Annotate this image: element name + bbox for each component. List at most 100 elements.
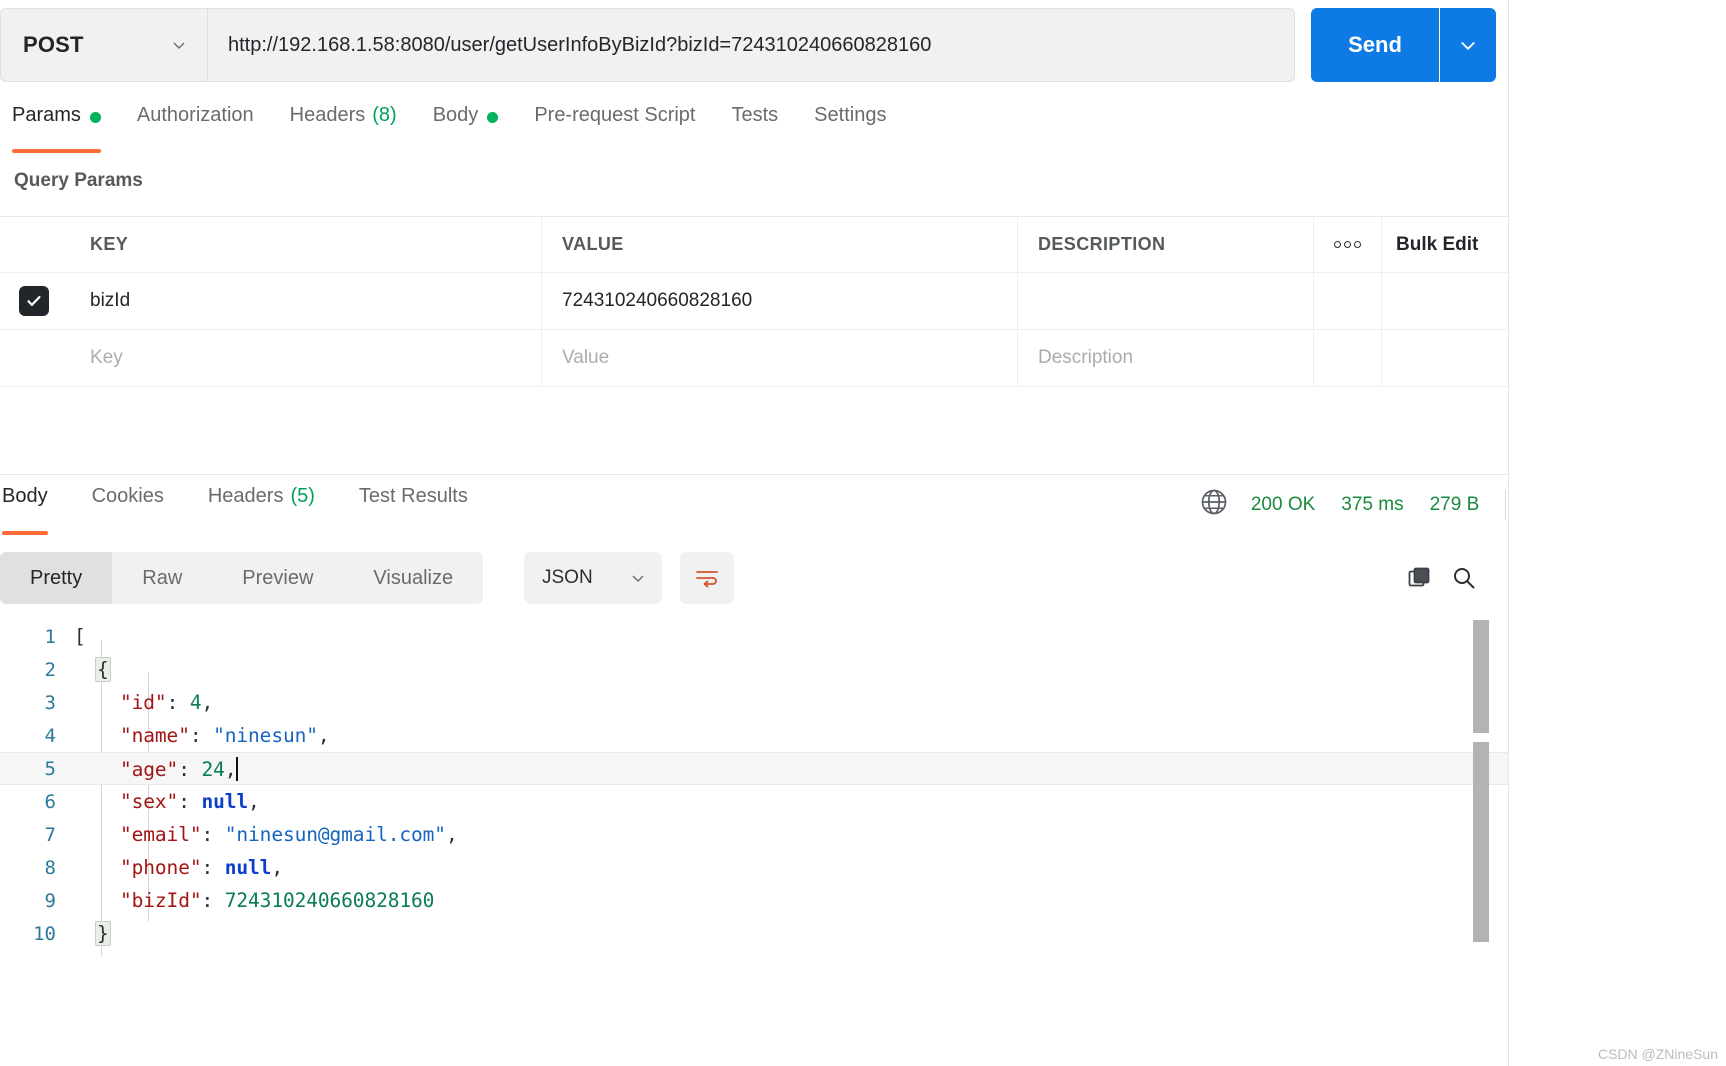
token-key: "sex": [120, 790, 179, 813]
code-text: "age": 24,: [74, 756, 239, 781]
token-punc: ,: [224, 757, 237, 781]
code-line[interactable]: 1[: [0, 620, 1508, 653]
wrap-text-icon: [696, 571, 718, 588]
line-number: 9: [44, 889, 56, 912]
column-header-value: VALUE: [562, 234, 624, 254]
token-punc: :: [189, 724, 214, 747]
response-tab-cookies[interactable]: Cookies: [92, 483, 164, 535]
query-params-table: KEY VALUE DESCRIPTION Bulk Edit bizId 72…: [0, 216, 1508, 387]
code-line[interactable]: 6 "sex": null,: [0, 785, 1508, 818]
line-number: 10: [33, 922, 56, 945]
token-num: 24: [201, 757, 225, 781]
modified-dot-icon: [487, 112, 499, 123]
response-body-editor[interactable]: 1[2{3 "id": 4, 4 "name": "ninesun", 5 "age": …: [0, 620, 1508, 956]
code-text: "sex": null,: [74, 790, 260, 813]
tab-tests[interactable]: Tests: [731, 100, 800, 153]
copy-icon: [1408, 567, 1430, 587]
code-fold-marker: {: [95, 657, 111, 682]
tab-label: Params: [12, 104, 81, 126]
status-code: 200 OK: [1250, 494, 1316, 515]
line-number: 6: [44, 790, 56, 813]
param-value-input[interactable]: 724310240660828160: [542, 273, 1018, 329]
new-param-description-placeholder: Description: [1038, 347, 1134, 368]
active-tab-underline: [2, 531, 48, 535]
http-method-label: POST: [23, 32, 84, 57]
code-line[interactable]: 8 "phone": null,: [0, 851, 1508, 884]
tab-body[interactable]: Body: [433, 100, 521, 153]
token-punc: :: [166, 691, 190, 714]
scrollbar-thumb-lower[interactable]: [1473, 742, 1489, 942]
token-punc: :: [178, 790, 202, 813]
tab-params[interactable]: Params: [0, 100, 123, 153]
code-line[interactable]: 5 "age": 24,: [0, 752, 1508, 785]
tab-pre-request-script[interactable]: Pre-request Script: [534, 100, 717, 153]
view-mode-preview[interactable]: Preview: [212, 552, 343, 604]
row-spacer-cell-2: [1382, 273, 1508, 329]
token-key: "phone": [120, 856, 202, 879]
code-text: "name": "ninesun",: [74, 724, 330, 747]
code-line[interactable]: 4 "name": "ninesun",: [0, 719, 1508, 752]
tab-label: Test Results: [358, 485, 468, 507]
row-enabled-checkbox[interactable]: [19, 286, 49, 316]
chevron-down-icon: [1461, 41, 1475, 51]
code-lines-container: 1[2{3 "id": 4, 4 "name": "ninesun", 5 "age": …: [0, 620, 1508, 950]
tab-authorization[interactable]: Authorization: [137, 100, 276, 153]
response-scrollbar[interactable]: [1470, 620, 1492, 942]
view-mode-raw[interactable]: Raw: [112, 552, 212, 604]
code-line[interactable]: 10}: [0, 917, 1508, 950]
new-param-value-input[interactable]: Value: [542, 330, 1018, 386]
wrap-lines-button[interactable]: [680, 552, 734, 604]
new-param-description-input[interactable]: Description: [1018, 330, 1314, 386]
table-options-button[interactable]: [1314, 217, 1382, 272]
code-fold-marker: }: [95, 921, 111, 946]
view-mode-visualize[interactable]: Visualize: [343, 552, 483, 604]
copy-response-button[interactable]: [1399, 552, 1439, 604]
new-param-key-input[interactable]: Key: [68, 330, 542, 386]
response-view-toolbar: Pretty Raw Preview Visualize JSON: [0, 552, 1508, 604]
response-tab-test-results[interactable]: Test Results: [359, 483, 468, 535]
code-line[interactable]: 7 "email": "ninesun@gmail.com",: [0, 818, 1508, 851]
chevron-down-icon: [171, 37, 187, 53]
search-response-button[interactable]: [1444, 552, 1484, 604]
tab-label: Authorization: [136, 104, 254, 126]
code-line[interactable]: 2{: [0, 653, 1508, 686]
tab-headers[interactable]: Headers (8): [290, 100, 419, 153]
response-separator: [0, 474, 1508, 475]
column-header-key: KEY: [90, 234, 129, 254]
line-number: 2: [44, 658, 56, 681]
code-line[interactable]: 9 "bizId": 724310240660828160: [0, 884, 1508, 917]
token-key: "name": [120, 724, 190, 747]
param-key-input[interactable]: bizId: [68, 273, 542, 329]
response-language-select[interactable]: JSON: [524, 552, 662, 604]
line-number: 3: [44, 691, 56, 714]
scrollbar-thumb-upper[interactable]: [1473, 620, 1489, 733]
code-text: "id": 4,: [74, 691, 213, 714]
response-tab-body[interactable]: Body: [2, 483, 48, 535]
token-punc: :: [178, 757, 202, 781]
new-param-value-placeholder: Value: [562, 347, 610, 368]
chevron-down-icon: [630, 570, 646, 586]
row-spacer-cell: [1314, 273, 1382, 329]
response-size: 279 B: [1429, 494, 1480, 515]
globe-icon: [1199, 487, 1229, 523]
bulk-edit-label: Bulk Edit: [1396, 233, 1479, 255]
token-num: 4: [189, 691, 202, 714]
url-bar: POST http://192.168.1.58:8080/user/getUs…: [0, 8, 1500, 82]
send-button[interactable]: Send: [1311, 8, 1439, 82]
view-mode-pretty[interactable]: Pretty: [0, 552, 113, 604]
http-method-select[interactable]: POST: [0, 8, 208, 82]
url-input[interactable]: http://192.168.1.58:8080/user/getUserInf…: [208, 8, 1295, 82]
code-text: "phone": null,: [74, 856, 283, 879]
column-header-description: DESCRIPTION: [1038, 234, 1166, 254]
table-row-empty: Key Value Description: [0, 330, 1508, 387]
param-description-input[interactable]: [1018, 273, 1314, 329]
tab-label: Headers: [207, 485, 284, 507]
bulk-edit-button[interactable]: Bulk Edit: [1382, 217, 1508, 272]
tab-settings[interactable]: Settings: [814, 100, 908, 153]
postman-request-response-view: POST http://192.168.1.58:8080/user/getUs…: [0, 0, 1726, 1066]
line-number: 1: [44, 625, 56, 648]
response-tab-headers[interactable]: Headers (5): [208, 483, 315, 535]
token-null: null: [201, 790, 249, 813]
send-options-button[interactable]: [1440, 8, 1496, 82]
code-line[interactable]: 3 "id": 4,: [0, 686, 1508, 719]
